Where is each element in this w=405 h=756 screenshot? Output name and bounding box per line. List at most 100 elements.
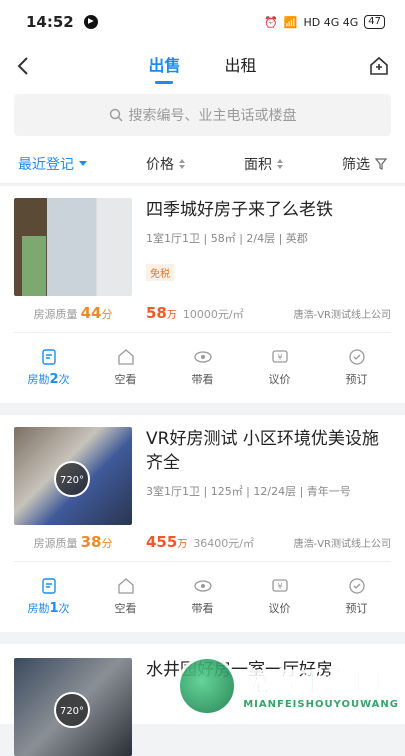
negotiate-label: 议价 [269, 371, 291, 387]
price-unit: 万 [167, 310, 177, 321]
empty-view-button[interactable]: 空看 [96, 576, 156, 616]
listing-meta: 3室1厅1卫 | 125㎡ | 12/24层 | 青年一号 [146, 483, 391, 499]
sort-icon [179, 159, 185, 169]
wifi-icon: 📶 [284, 16, 298, 29]
agent-name: 唐浩-VR测试线上公司 [294, 535, 391, 550]
empty-view-button[interactable]: 空看 [96, 347, 156, 387]
survey-count: 1 [49, 601, 58, 616]
quality-score: 房源质量38分 [14, 533, 132, 551]
survey-count: 2 [49, 372, 58, 387]
tab-sell[interactable]: 出售 [148, 44, 180, 88]
watermark-title: 免费手游网 [243, 662, 399, 699]
filter-bar: 最近登记 价格 面积 筛选 [0, 144, 405, 184]
tab-rent[interactable]: 出租 [225, 44, 257, 88]
watermark-logo-icon [177, 656, 237, 716]
survey-icon [39, 347, 59, 367]
price-tag-icon: ¥ [270, 347, 290, 367]
chevron-down-icon [79, 161, 87, 166]
alarm-icon: ⏰ [264, 16, 278, 29]
reserve-button[interactable]: 预订 [327, 576, 387, 616]
listing-title: VR好房测试 小区环境优美设施齐全 [146, 427, 391, 475]
reserve-label: 预订 [346, 371, 368, 387]
listing-meta: 1室1厅1卫 | 58㎡ | 2/4层 | 英郡 [146, 230, 391, 246]
eye-icon [193, 576, 213, 596]
watermark-subtitle: MIANFEISHOUYOUWANG [243, 699, 399, 710]
home-add-icon[interactable] [367, 54, 391, 78]
search-icon [109, 108, 123, 122]
survey-button[interactable]: 房勘2次 [19, 347, 79, 387]
house-icon [116, 576, 136, 596]
listing-list: 四季城好房子来了么老铁 1室1厅1卫 | 58㎡ | 2/4层 | 英郡 免税 … [0, 186, 405, 736]
unit-price: 10000元/㎡ [183, 308, 244, 321]
listing-card[interactable]: 720° VR好房测试 小区环境优美设施齐全 3室1厅1卫 | 125㎡ | 1… [0, 415, 405, 632]
notification-icon [84, 15, 98, 29]
survey-button[interactable]: 房勘1次 [19, 576, 79, 616]
price: 58万 10000元/㎡ [146, 304, 294, 322]
sort-icon [277, 159, 283, 169]
guided-view-label: 带看 [192, 600, 214, 616]
filter-more[interactable]: 筛选 [342, 154, 387, 174]
tax-free-badge: 免税 [146, 264, 174, 281]
survey-suffix: 次 [59, 373, 70, 386]
check-circle-icon [347, 576, 367, 596]
quality-value: 44 [81, 304, 102, 322]
check-circle-icon [347, 347, 367, 367]
search-placeholder: 搜索编号、业主电话或楼盘 [129, 105, 297, 125]
filter-price[interactable]: 价格 [146, 154, 185, 174]
status-time: 14:52 [26, 13, 74, 31]
filter-recent-label: 最近登记 [18, 154, 74, 174]
action-bar: 房勘2次 空看 带看 ¥ 议价 预订 [0, 333, 405, 403]
guided-view-button[interactable]: 带看 [173, 576, 233, 616]
filter-area[interactable]: 面积 [244, 154, 283, 174]
network-label: HD 4G 4G [303, 16, 358, 29]
search-input[interactable]: 搜索编号、业主电话或楼盘 [14, 94, 391, 136]
search-section: 搜索编号、业主电话或楼盘 [0, 88, 405, 144]
agent-name: 唐浩-VR测试线上公司 [294, 306, 391, 321]
negotiate-label: 议价 [269, 600, 291, 616]
nav-bar: 出售 出租 [0, 44, 405, 88]
price-value: 58 [146, 304, 167, 322]
negotiate-button[interactable]: ¥ 议价 [250, 576, 310, 616]
listing-photo [14, 198, 132, 296]
battery-icon: 47 [364, 15, 385, 29]
survey-suffix: 次 [59, 602, 70, 615]
negotiate-button[interactable]: ¥ 议价 [250, 347, 310, 387]
listing-photo: 720° [14, 658, 132, 756]
price-value: 455 [146, 533, 177, 551]
reserve-label: 预订 [346, 600, 368, 616]
filter-area-label: 面积 [244, 154, 272, 174]
eye-icon [193, 347, 213, 367]
watermark: 免费手游网 MIANFEISHOUYOUWANG [177, 656, 399, 716]
reserve-button[interactable]: 预订 [327, 347, 387, 387]
empty-view-label: 空看 [115, 371, 137, 387]
vr-720-icon[interactable]: 720° [54, 692, 90, 728]
quality-value: 38 [81, 533, 102, 551]
price-tag-icon: ¥ [270, 576, 290, 596]
survey-label: 房勘 [27, 602, 49, 615]
quality-score: 房源质量44分 [14, 304, 132, 322]
action-bar: 房勘1次 空看 带看 ¥ 议价 预订 [0, 562, 405, 632]
survey-icon [39, 576, 59, 596]
listing-photo: 720° [14, 427, 132, 525]
survey-label: 房勘 [27, 373, 49, 386]
quality-unit: 分 [101, 308, 112, 321]
quality-label: 房源质量 [34, 537, 78, 550]
listing-title: 四季城好房子来了么老铁 [146, 198, 391, 222]
filter-recent[interactable]: 最近登记 [18, 154, 87, 174]
house-icon [116, 347, 136, 367]
price-unit: 万 [177, 539, 187, 550]
vr-720-icon[interactable]: 720° [54, 461, 90, 497]
listing-card[interactable]: 四季城好房子来了么老铁 1室1厅1卫 | 58㎡ | 2/4层 | 英郡 免税 … [0, 186, 405, 403]
guided-view-button[interactable]: 带看 [173, 347, 233, 387]
svg-text:¥: ¥ [277, 582, 282, 591]
filter-more-label: 筛选 [342, 154, 370, 174]
quality-label: 房源质量 [34, 308, 78, 321]
svg-text:¥: ¥ [277, 353, 282, 362]
guided-view-label: 带看 [192, 371, 214, 387]
filter-price-label: 价格 [146, 154, 174, 174]
funnel-icon [375, 158, 387, 170]
unit-price: 36400元/㎡ [193, 537, 254, 550]
price: 455万 36400元/㎡ [146, 533, 294, 551]
quality-unit: 分 [101, 537, 112, 550]
empty-view-label: 空看 [115, 600, 137, 616]
